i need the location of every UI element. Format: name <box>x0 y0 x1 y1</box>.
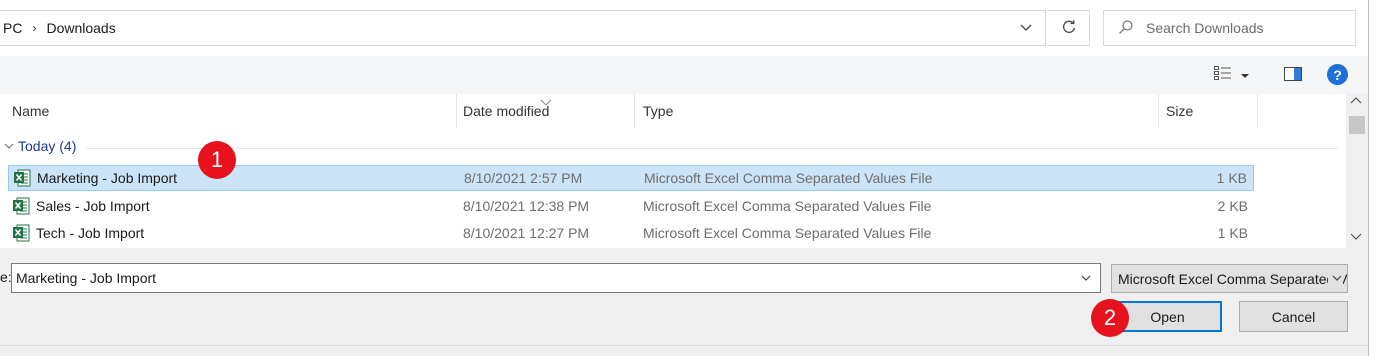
view-options-button[interactable] <box>1214 66 1250 83</box>
file-name: Tech - Job Import <box>12 224 144 242</box>
file-date: 8/10/2021 12:38 PM <box>463 198 590 214</box>
filename-label: e: <box>0 269 12 285</box>
list-item[interactable]: Marketing - Job Import 8/10/2021 2:57 PM… <box>8 165 1254 191</box>
caret-down-icon <box>1240 67 1250 83</box>
breadcrumb: PC › Downloads <box>3 20 116 36</box>
details-view-icon <box>1214 66 1232 83</box>
list-item[interactable]: Sales - Job Import 8/10/2021 12:38 PM Mi… <box>8 193 1254 219</box>
chevron-down-icon <box>4 138 14 154</box>
chevron-down-icon <box>1328 271 1343 287</box>
refresh-button[interactable] <box>1048 10 1090 46</box>
filename-field[interactable]: Marketing - Job Import <box>11 263 1101 293</box>
file-size: 1 KB <box>1216 170 1247 186</box>
search-input[interactable]: Search Downloads <box>1103 10 1356 46</box>
chevron-right-icon: › <box>32 21 37 35</box>
column-headers: Name Date modified Type Size <box>0 94 1346 128</box>
breadcrumb-item-pc[interactable]: PC <box>3 20 22 36</box>
vertical-scrollbar[interactable] <box>1346 94 1368 248</box>
group-header-today[interactable]: Today (4) <box>4 138 76 154</box>
column-header-type[interactable]: Type <box>637 94 1159 128</box>
breadcrumb-item-downloads[interactable]: Downloads <box>46 20 115 36</box>
cancel-button[interactable]: Cancel <box>1239 301 1348 332</box>
file-date: 8/10/2021 12:27 PM <box>463 225 590 241</box>
chevron-down-icon[interactable] <box>1080 271 1092 287</box>
scrollbar-thumb[interactable] <box>1349 116 1365 134</box>
excel-file-icon <box>12 197 30 215</box>
step-callout-2: 2 <box>1091 299 1129 337</box>
address-bar-region: PC › Downloads Search Downloads <box>0 0 1368 56</box>
file-type-value: Microsoft Excel Comma Separated Values F… <box>1118 270 1347 287</box>
file-type: Microsoft Excel Comma Separated Values F… <box>643 225 932 241</box>
file-name: Marketing - Job Import <box>13 169 177 187</box>
file-name: Sales - Job Import <box>12 197 150 215</box>
preview-pane-icon[interactable] <box>1284 67 1302 84</box>
help-icon[interactable]: ? <box>1327 64 1348 85</box>
open-button[interactable]: Open <box>1113 301 1222 332</box>
refresh-icon <box>1061 19 1077 38</box>
search-icon <box>1118 19 1134 38</box>
step-callout-1: 1 <box>198 141 236 179</box>
toolbar: ? <box>0 56 1368 94</box>
group-divider <box>86 148 1338 149</box>
excel-file-icon <box>12 224 30 242</box>
file-name-text: Sales - Job Import <box>36 198 150 214</box>
filename-value: Marketing - Job Import <box>16 270 157 286</box>
list-item[interactable]: Tech - Job Import 8/10/2021 12:27 PM Mic… <box>8 220 1254 246</box>
window-frame-edge <box>1368 0 1381 356</box>
scroll-down-icon[interactable] <box>1350 231 1362 244</box>
excel-file-icon <box>13 169 31 187</box>
file-name-text: Tech - Job Import <box>36 225 145 241</box>
chevron-down-icon[interactable] <box>1019 20 1033 34</box>
search-placeholder: Search Downloads <box>1146 20 1264 36</box>
sort-indicator-icon <box>540 94 552 110</box>
group-label: Today (4) <box>18 138 77 154</box>
file-size: 1 KB <box>1217 225 1248 241</box>
file-size: 2 KB <box>1217 198 1248 214</box>
file-type: Microsoft Excel Comma Separated Values F… <box>643 198 932 214</box>
file-date: 8/10/2021 2:57 PM <box>464 170 583 186</box>
dialog-bottom-border <box>0 345 1368 346</box>
file-name-text: Marketing - Job Import <box>37 170 178 186</box>
scroll-up-icon[interactable] <box>1350 96 1362 109</box>
file-type-select[interactable]: Microsoft Excel Comma Separated Values F… <box>1111 264 1348 293</box>
address-bar[interactable]: PC › Downloads <box>0 10 1046 46</box>
column-header-size[interactable]: Size <box>1160 94 1258 128</box>
file-type: Microsoft Excel Comma Separated Values F… <box>644 170 933 186</box>
column-header-name[interactable]: Name <box>6 94 457 128</box>
